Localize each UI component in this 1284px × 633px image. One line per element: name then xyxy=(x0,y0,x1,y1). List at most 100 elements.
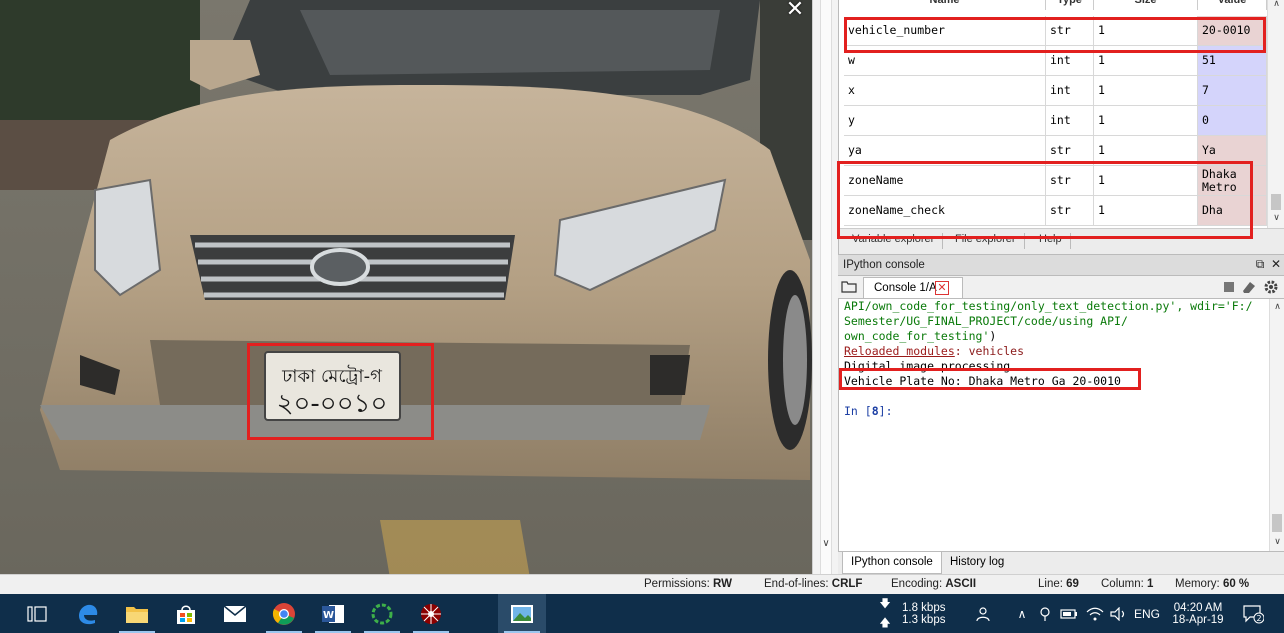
table-row[interactable]: x int 1 7 xyxy=(844,76,1267,106)
prompt-suffix: ]: xyxy=(878,404,893,418)
var-value[interactable]: Dhaka Metro xyxy=(1198,166,1267,195)
location-icon[interactable] xyxy=(1034,594,1056,633)
wifi-icon[interactable] xyxy=(1084,594,1106,633)
var-size: 1 xyxy=(1094,16,1198,45)
var-value[interactable]: 20-0010 xyxy=(1198,16,1267,45)
variable-explorer-scrollbar[interactable]: ∧ ∨ xyxy=(1267,0,1284,228)
upload-arrow-icon: 🡅 xyxy=(879,616,891,629)
people-icon[interactable] xyxy=(972,594,998,633)
ipython-pane-title-bar: IPython console ⧉ ✕ xyxy=(838,254,1284,276)
console-line: ) xyxy=(989,329,997,343)
status-bar: Permissions: RW End-of-lines: CRLF Encod… xyxy=(0,574,1284,594)
line-label: Line: xyxy=(1038,578,1063,590)
var-value[interactable]: Dha xyxy=(1198,196,1267,225)
column-header-type[interactable]: Type xyxy=(1046,0,1094,10)
tab-ipython-console[interactable]: IPython console xyxy=(842,552,942,574)
permissions-label: Permissions: xyxy=(644,578,710,590)
console-toolbar: Console 1/A ✕ xyxy=(838,276,1284,298)
var-type: str xyxy=(1046,16,1094,45)
table-row[interactable]: zoneName str 1 Dhaka Metro xyxy=(844,166,1267,196)
var-name: vehicle_number xyxy=(844,16,1046,45)
var-type: str xyxy=(1046,166,1094,195)
column-header-value[interactable]: Value xyxy=(1198,0,1267,10)
var-value[interactable]: 0 xyxy=(1198,106,1267,135)
memory-label: Memory: xyxy=(1175,578,1220,590)
chevron-down-icon[interactable]: ∨ xyxy=(1268,212,1284,223)
close-icon[interactable]: ✕ xyxy=(781,0,809,22)
column-header-name[interactable]: Name xyxy=(844,0,1046,10)
eol-value: CRLF xyxy=(831,578,863,590)
chrome-icon[interactable] xyxy=(260,594,308,633)
tab-console-1a[interactable]: Console 1/A ✕ xyxy=(863,277,963,298)
word-icon[interactable]: W xyxy=(309,594,357,633)
table-row[interactable]: vehicle_number str 1 20-0010 xyxy=(844,16,1267,46)
eraser-icon[interactable] xyxy=(1241,279,1257,295)
console-line: API/own_code_for_testing/only_text_detec… xyxy=(844,299,1253,313)
edge-browser-icon[interactable] xyxy=(64,594,112,633)
svg-text:W: W xyxy=(323,610,334,621)
undock-icon[interactable]: ⧉ xyxy=(1252,257,1268,273)
tab-file-explorer[interactable]: File explorer xyxy=(947,233,1025,249)
tab-history-log[interactable]: History log xyxy=(942,552,1012,574)
battery-icon[interactable] xyxy=(1058,594,1080,633)
chevron-down-icon[interactable]: ∨ xyxy=(817,538,835,549)
tab-help[interactable]: Help xyxy=(1031,233,1071,249)
console-tab-label: Console 1/A xyxy=(874,282,937,294)
table-row[interactable]: y int 1 0 xyxy=(844,106,1267,136)
scroll-thumb[interactable] xyxy=(1271,194,1281,210)
variable-table: vehicle_number str 1 20-0010 w int 1 51 … xyxy=(844,16,1267,226)
var-name: ya xyxy=(844,136,1046,165)
clock-date: 18-Apr-19 xyxy=(1172,613,1224,626)
gear-icon[interactable] xyxy=(1263,279,1279,295)
plate-result-line: Vehicle Plate No: Dhaka Metro Ga 20-0010 xyxy=(844,374,1121,388)
var-size: 1 xyxy=(1094,136,1198,165)
mail-icon[interactable] xyxy=(211,594,259,633)
table-row[interactable]: ya str 1 Ya xyxy=(844,136,1267,166)
reloaded-modules-value: : vehicles xyxy=(954,344,1025,358)
console-line: Digital image processing...... xyxy=(844,359,1052,373)
close-pane-icon[interactable]: ✕ xyxy=(1268,257,1284,273)
var-value[interactable]: 7 xyxy=(1198,76,1267,105)
console-bottom-tabs: IPython console History log xyxy=(838,552,1284,574)
volume-icon[interactable] xyxy=(1108,594,1130,633)
download-speed: 1.8 kbps xyxy=(902,601,946,614)
clock[interactable]: 04:20 AM 18-Apr-19 xyxy=(1166,594,1230,633)
language-indicator[interactable]: ENG xyxy=(1132,594,1162,633)
reloaded-modules-label: Reloaded modules xyxy=(844,344,955,358)
encoding-value: ASCII xyxy=(945,578,977,590)
stop-icon[interactable] xyxy=(1221,279,1237,295)
eol-label: End-of-lines: xyxy=(764,578,829,590)
anaconda-icon[interactable] xyxy=(358,594,406,633)
var-value[interactable]: 51 xyxy=(1198,46,1267,75)
taskbar: W 🡇 🡅 1.8 kbps 1.3 kbps ∧ ENG 04:20 AM 1… xyxy=(0,594,1284,633)
chevron-up-icon[interactable]: ∧ xyxy=(1012,594,1032,633)
ipython-console-output[interactable]: API/own_code_for_testing/only_text_detec… xyxy=(838,298,1284,552)
spyder-icon[interactable] xyxy=(407,594,455,633)
chevron-up-icon[interactable]: ∧ xyxy=(1270,301,1284,312)
network-speed[interactable]: 1.8 kbps 1.3 kbps xyxy=(902,594,962,633)
var-size: 1 xyxy=(1094,106,1198,135)
console-scrollbar[interactable]: ∧ ∨ xyxy=(1269,299,1284,551)
tab-variable-explorer[interactable]: Variable explorer xyxy=(844,233,944,249)
var-name: zoneName xyxy=(844,166,1046,195)
file-explorer-icon[interactable] xyxy=(113,594,161,633)
chevron-down-icon[interactable]: ∨ xyxy=(1270,536,1284,547)
memory-value: 60 % xyxy=(1222,578,1250,590)
variable-explorer-tabs: Variable explorer File explorer Help xyxy=(839,228,1284,254)
chevron-up-icon[interactable]: ∧ xyxy=(1268,0,1284,9)
table-row[interactable]: zoneName_check str 1 Dha xyxy=(844,196,1267,226)
photos-app-icon[interactable] xyxy=(498,594,546,633)
notification-count: 2 xyxy=(1256,614,1261,623)
var-value[interactable]: Ya xyxy=(1198,136,1267,165)
scroll-thumb[interactable] xyxy=(1272,514,1282,532)
store-icon[interactable] xyxy=(162,594,210,633)
folder-icon[interactable] xyxy=(841,279,859,295)
column-header-size[interactable]: Size xyxy=(1094,0,1198,10)
task-view-icon[interactable] xyxy=(13,594,61,633)
clock-time: 04:20 AM xyxy=(1173,601,1223,614)
notification-center-icon[interactable]: 2 xyxy=(1236,594,1270,633)
var-name: x xyxy=(844,76,1046,105)
editor-scrollbar[interactable]: ∨ xyxy=(812,0,838,578)
table-row[interactable]: w int 1 51 xyxy=(844,46,1267,76)
close-tab-icon[interactable]: ✕ xyxy=(935,281,949,295)
